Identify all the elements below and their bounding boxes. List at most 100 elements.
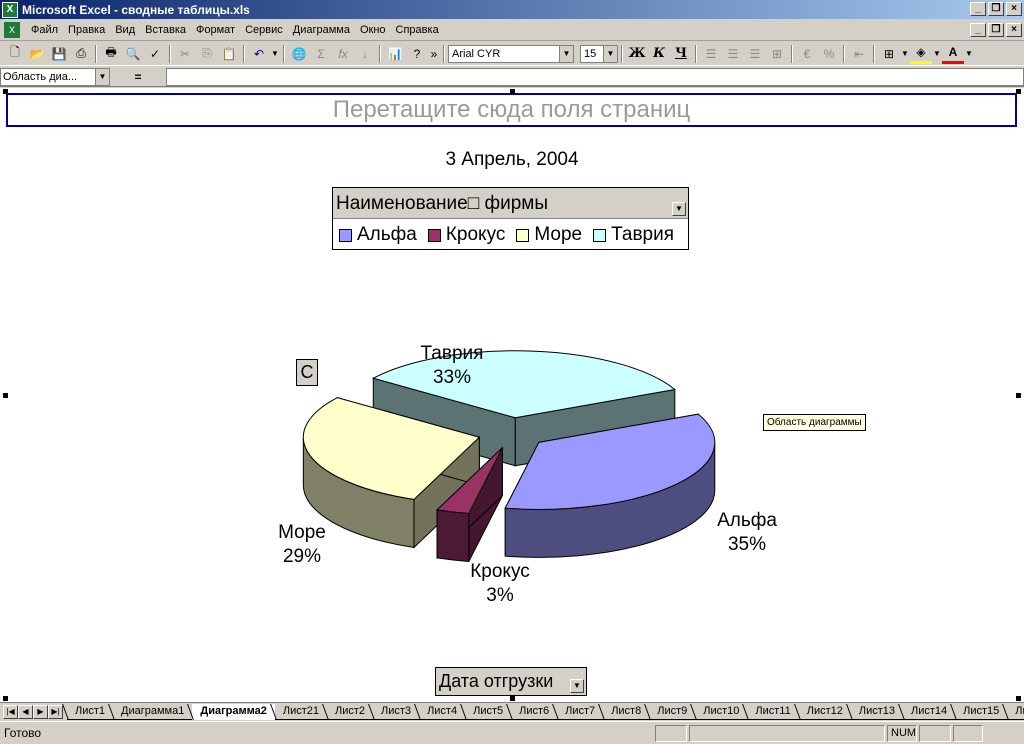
permission-icon[interactable]: ⎙ — [70, 44, 92, 64]
bold-button[interactable]: Ж — [626, 44, 648, 64]
font-color-dropdown-icon[interactable]: ▼ — [964, 44, 974, 64]
sheet-tab[interactable]: Лист7 — [557, 704, 604, 720]
status-panel — [655, 724, 687, 742]
fill-color-dropdown-icon[interactable]: ▼ — [932, 44, 942, 64]
category-field-button[interactable]: Дата отгрузки ▼ — [435, 667, 587, 696]
sort-ascending-icon[interactable]: ↓ — [354, 44, 376, 64]
formula-input[interactable] — [166, 67, 1024, 86]
data-label[interactable]: Море 29% — [260, 521, 344, 569]
menu-edit[interactable]: Правка — [63, 24, 110, 36]
menu-chart[interactable]: Диаграмма — [288, 24, 355, 36]
sheet-tab[interactable]: Лист11 — [747, 704, 799, 720]
align-center-icon[interactable]: ☰ — [722, 44, 744, 64]
chevron-down-icon[interactable]: ▼ — [559, 45, 573, 62]
toolbar-options-icon[interactable]: » — [428, 44, 440, 64]
print-icon[interactable]: 🖶 — [100, 44, 122, 64]
align-right-icon[interactable]: ☰ — [744, 44, 766, 64]
italic-button[interactable]: К — [648, 44, 670, 64]
font-size-select[interactable]: 15 ▼ — [580, 44, 618, 63]
font-color-icon[interactable]: A — [942, 44, 964, 64]
menu-view[interactable]: Вид — [110, 24, 140, 36]
workbook-icon[interactable]: X — [4, 21, 20, 38]
menu-help[interactable]: Справка — [391, 24, 444, 36]
cut-icon[interactable]: ✂ — [174, 44, 196, 64]
sheet-tab[interactable]: Лист5 — [465, 704, 512, 720]
chevron-down-icon[interactable]: ▼ — [603, 45, 617, 62]
open-icon[interactable]: 📂 — [26, 44, 48, 64]
first-sheet-icon[interactable]: |◀ — [3, 704, 18, 719]
sheet-tab[interactable]: Диаграмма1 — [113, 704, 193, 720]
hyperlink-icon[interactable]: 🌐 — [288, 44, 310, 64]
menu-file[interactable]: Файл — [26, 24, 63, 36]
merge-center-icon[interactable]: ⊞ — [766, 44, 788, 64]
save-icon[interactable]: 💾 — [48, 44, 70, 64]
paste-icon[interactable]: 📋 — [218, 44, 240, 64]
prev-sheet-icon[interactable]: ◀ — [18, 704, 33, 719]
pie-slice-rim[interactable] — [436, 509, 470, 562]
print-preview-icon[interactable]: 🔍 — [122, 44, 144, 64]
decrease-indent-icon[interactable]: ⇤ — [848, 44, 870, 64]
last-sheet-icon[interactable]: ▶| — [48, 704, 63, 719]
chart-area[interactable]: Перетащите сюда поля страниц 3 Апрель, 2… — [0, 88, 1024, 702]
data-label-value: 35% — [727, 534, 767, 555]
new-icon[interactable]: 🗋 — [4, 44, 26, 64]
sheet-tab[interactable]: Лист10 — [695, 704, 748, 720]
chart-wizard-icon[interactable]: 📊 — [384, 44, 406, 64]
help-icon[interactable]: ? — [406, 44, 428, 64]
percent-icon[interactable]: % — [818, 44, 840, 64]
sheet-tab[interactable]: Лист12 — [798, 704, 851, 720]
restore-button[interactable]: ❐ — [988, 2, 1004, 16]
sheet-tab[interactable]: Ли — [1007, 704, 1024, 720]
toolbar-separator — [283, 44, 285, 63]
doc-minimize-button[interactable]: _ — [970, 23, 986, 37]
menu-format[interactable]: Формат — [191, 24, 240, 36]
data-label[interactable]: Таврия 33% — [410, 342, 494, 390]
doc-close-button[interactable]: × — [1006, 23, 1022, 37]
sheet-tab[interactable]: Лист8 — [603, 704, 650, 720]
sheet-tab[interactable]: Диаграмма2 — [192, 703, 275, 720]
toolbar-separator — [243, 44, 245, 63]
menu-window[interactable]: Окно — [355, 24, 391, 36]
undo-icon[interactable]: ↶ — [248, 44, 270, 64]
spelling-icon[interactable]: ✓ — [144, 44, 166, 64]
toolbar-separator — [621, 44, 623, 63]
close-button[interactable]: × — [1006, 2, 1022, 16]
menu-tools[interactable]: Сервис — [240, 24, 288, 36]
next-sheet-icon[interactable]: ▶ — [33, 704, 48, 719]
chevron-down-icon[interactable]: ▼ — [95, 68, 109, 85]
underline-button[interactable]: Ч — [670, 44, 692, 64]
data-label[interactable]: Крокус 3% — [458, 560, 542, 608]
sheet-tab[interactable]: Лист9 — [649, 704, 696, 720]
sheet-tab[interactable]: Лист14 — [903, 704, 956, 720]
chevron-down-icon[interactable]: ▼ — [570, 679, 584, 693]
chart-area-tooltip: Область диаграммы — [763, 414, 866, 431]
sheet-tab[interactable]: Лист3 — [373, 704, 420, 720]
data-label-category: Море — [278, 522, 326, 543]
status-panel — [689, 724, 885, 742]
sheet-tab[interactable]: Лист2 — [327, 704, 374, 720]
sheet-tab[interactable]: Лист15 — [955, 704, 1008, 720]
toolbar-separator — [843, 44, 845, 63]
undo-dropdown-icon[interactable]: ▼ — [270, 44, 280, 64]
sheet-tab[interactable]: Лист4 — [419, 704, 466, 720]
sheet-tab[interactable]: Лист6 — [511, 704, 558, 720]
function-icon[interactable]: fx — [332, 44, 354, 64]
autosum-icon[interactable]: Σ — [310, 44, 332, 64]
align-left-icon[interactable]: ☰ — [700, 44, 722, 64]
pie-chart[interactable] — [0, 88, 1024, 702]
menu-insert[interactable]: Вставка — [140, 24, 191, 36]
font-size-value: 15 — [584, 47, 597, 60]
sheet-tab[interactable]: Лист13 — [850, 704, 903, 720]
doc-restore-button[interactable]: ❐ — [988, 23, 1004, 37]
currency-icon[interactable]: € — [796, 44, 818, 64]
sheet-tab[interactable]: Лист1 — [67, 704, 114, 720]
name-box[interactable]: Область диа... ▼ — [0, 67, 110, 86]
minimize-button[interactable]: _ — [970, 2, 986, 16]
fill-color-icon[interactable]: ◈ — [910, 44, 932, 64]
data-label[interactable]: Альфа 35% — [705, 509, 789, 557]
sheet-tab[interactable]: Лист21 — [274, 704, 327, 720]
borders-dropdown-icon[interactable]: ▼ — [900, 44, 910, 64]
borders-icon[interactable]: ⊞ — [878, 44, 900, 64]
copy-icon[interactable]: ⎘ — [196, 44, 218, 64]
font-name-select[interactable]: Arial CYR ▼ — [448, 44, 574, 63]
